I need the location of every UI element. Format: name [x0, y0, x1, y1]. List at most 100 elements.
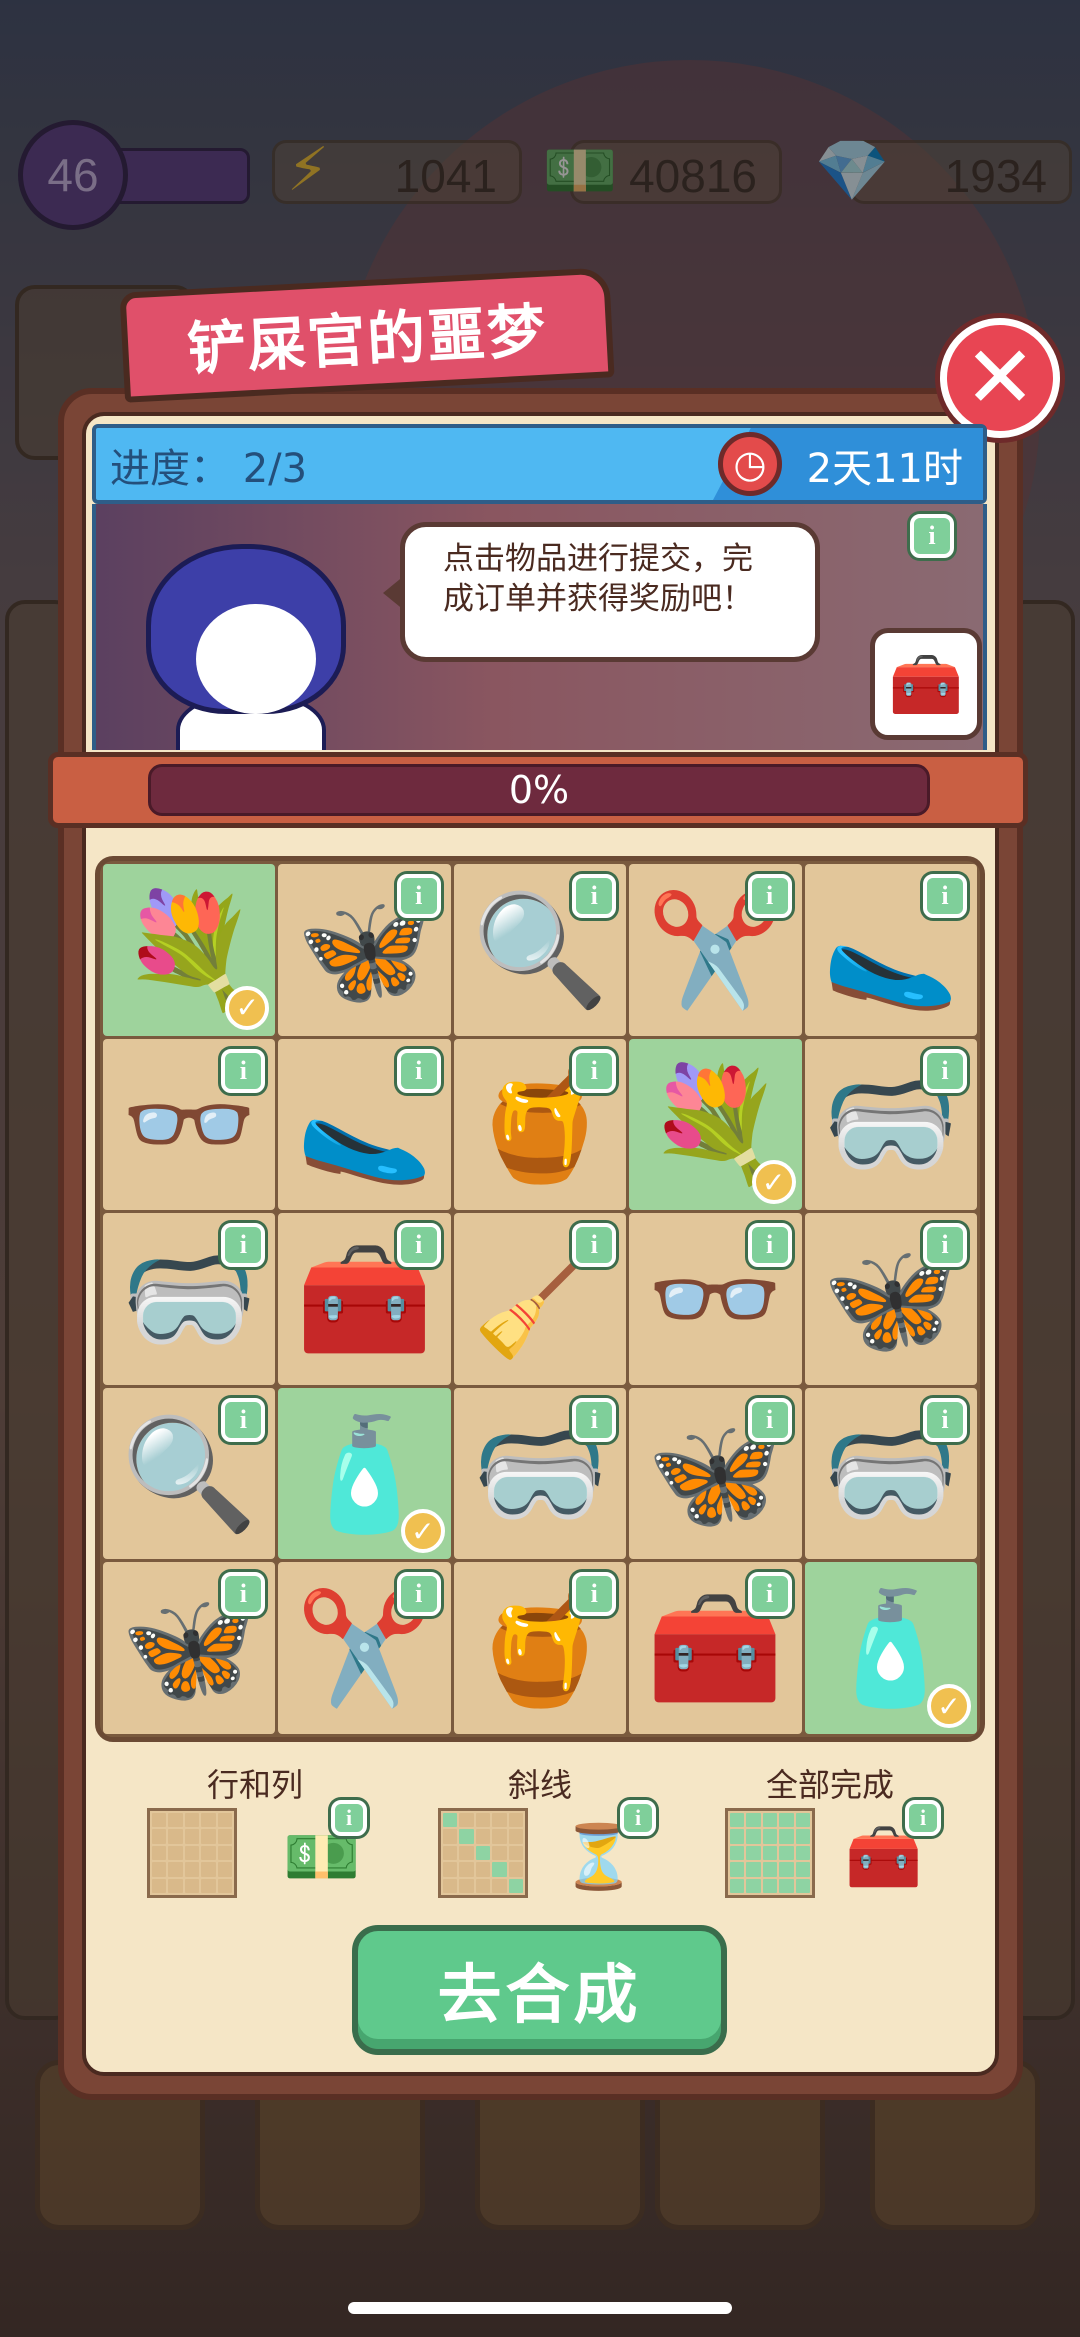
pattern-cell [795, 1829, 810, 1844]
pattern-cell [746, 1862, 761, 1877]
event-info-icon[interactable]: i [910, 514, 954, 558]
item-info-icon[interactable]: i [221, 1572, 266, 1617]
item-info-icon[interactable]: i [572, 1572, 617, 1617]
all-complete-pattern [725, 1808, 815, 1898]
item-info-icon[interactable]: i [396, 1572, 441, 1617]
pattern-cell [459, 1862, 474, 1877]
grid-cell[interactable]: 🥿 i [278, 1038, 451, 1211]
item-info-icon[interactable]: i [572, 874, 617, 918]
reward-all-complete: 全部完成 🧰 i [700, 1760, 960, 1910]
grid-cell[interactable]: 🔍 i [453, 864, 627, 1036]
pattern-cell [746, 1845, 761, 1861]
pattern-cell [779, 1878, 794, 1893]
reward-info-icon[interactable]: i [331, 1800, 367, 1836]
pattern-cell [730, 1813, 745, 1828]
item-info-icon[interactable]: i [221, 1397, 266, 1442]
grid-cell[interactable]: 🥽 i [804, 1038, 977, 1211]
grid-cell[interactable]: 🧴 ✓ [278, 1387, 451, 1560]
grid-cell[interactable]: 🧰 i [629, 1562, 802, 1734]
pattern-cell [492, 1845, 507, 1861]
pattern-cell [795, 1813, 810, 1828]
pattern-cell [762, 1829, 778, 1844]
pattern-cell [475, 1878, 491, 1893]
pattern-cell [492, 1829, 507, 1844]
grid-cell[interactable]: 🥽 i [103, 1213, 276, 1385]
reward-chest-button[interactable]: 🧰 [870, 628, 982, 740]
grid-cell[interactable]: ✂️ i [629, 864, 802, 1036]
grid-cell[interactable]: 🧴 ✓ [804, 1562, 977, 1734]
item-info-icon[interactable]: i [221, 1048, 266, 1093]
item-info-icon[interactable]: i [221, 1223, 266, 1268]
grid-cell[interactable]: 🧹 i [453, 1213, 627, 1385]
pattern-cell [730, 1845, 745, 1861]
grid-cell[interactable]: 💐 ✓ [629, 1038, 802, 1211]
grid-cell[interactable]: 💐 ✓ [103, 864, 276, 1036]
pattern-cell [443, 1845, 458, 1861]
check-icon: ✓ [400, 1509, 445, 1554]
close-button[interactable]: ✕ [940, 318, 1060, 438]
pattern-cell [795, 1845, 810, 1861]
item-info-icon[interactable]: i [396, 1223, 441, 1268]
completion-percent: 0% [508, 768, 570, 812]
grid-cell[interactable]: 🦋 i [278, 864, 451, 1036]
diagonal-pattern [438, 1808, 528, 1898]
item-info-icon[interactable]: i [747, 1397, 792, 1442]
pattern-cell [746, 1829, 761, 1844]
pattern-cell [746, 1878, 761, 1893]
item-info-icon[interactable]: i [396, 1048, 441, 1093]
grid-cell[interactable]: 🥽 i [804, 1387, 977, 1560]
pattern-cell [184, 1829, 200, 1844]
pattern-cell [168, 1829, 183, 1844]
home-indicator[interactable] [348, 2302, 732, 2314]
grid-cell[interactable]: 🧰 i [278, 1213, 451, 1385]
pattern-cell [201, 1829, 216, 1844]
close-icon: ✕ [963, 328, 1037, 428]
pattern-cell [217, 1829, 232, 1844]
pattern-cell [746, 1813, 761, 1828]
item-info-icon[interactable]: i [747, 1572, 792, 1617]
item-info-icon[interactable]: i [922, 1048, 967, 1093]
pattern-cell [508, 1813, 523, 1828]
pattern-cell [795, 1862, 810, 1877]
item-info-icon[interactable]: i [747, 1223, 792, 1268]
rows-columns-pattern [147, 1808, 237, 1898]
pattern-cell [201, 1845, 216, 1861]
grid-cell[interactable]: 🍯 i [453, 1038, 627, 1211]
pattern-cell [730, 1829, 745, 1844]
grid-cell[interactable]: 🥿 i [804, 864, 977, 1036]
go-merge-button[interactable]: 去合成 [352, 1925, 727, 2055]
grid-cell[interactable]: 🍯 i [453, 1562, 627, 1734]
grid-cell[interactable]: ✂️ i [278, 1562, 451, 1734]
item-info-icon[interactable]: i [922, 874, 967, 918]
grid-cell[interactable]: 🦋 i [629, 1387, 802, 1560]
item-info-icon[interactable]: i [572, 1048, 617, 1093]
pattern-cell [492, 1813, 507, 1828]
item-info-icon[interactable]: i [922, 1397, 967, 1442]
pattern-cell [475, 1845, 491, 1861]
grid-cell[interactable]: 👓 i [103, 1038, 276, 1211]
item-info-icon[interactable]: i [747, 874, 792, 918]
order-grid: 💐 ✓ 🦋 i 🔍 i ✂️ i 🥿 i 👓 i 🥿 i 🍯 i 💐 ✓ 🥽 i 🥽 i 🧰 i 🧹 i 👓 i 🦋 i 🔍 i 🧴 ✓ 🥽 i 🦋 i 🥽… [95, 856, 985, 1742]
pattern-cell [184, 1845, 200, 1861]
item-info-icon[interactable]: i [396, 874, 441, 918]
reward-info-icon[interactable]: i [620, 1800, 656, 1836]
grid-cell[interactable]: 👓 i [629, 1213, 802, 1385]
pattern-cell [152, 1813, 167, 1828]
completion-progress-bar: 0% [148, 764, 930, 816]
pattern-cell [201, 1878, 216, 1893]
pattern-cell [492, 1878, 507, 1893]
pattern-cell [762, 1878, 778, 1893]
item-info-icon[interactable]: i [922, 1223, 967, 1268]
pattern-cell [184, 1862, 200, 1877]
item-info-icon[interactable]: i [572, 1223, 617, 1268]
reward-info-icon[interactable]: i [905, 1800, 941, 1836]
pattern-cell [508, 1829, 523, 1844]
pattern-cell [475, 1829, 491, 1844]
grid-cell[interactable]: 🦋 i [103, 1562, 276, 1734]
grid-cell[interactable]: 🥽 i [453, 1387, 627, 1560]
grid-cell[interactable]: 🦋 i [804, 1213, 977, 1385]
grid-cell[interactable]: 🔍 i [103, 1387, 276, 1560]
pattern-cell [168, 1845, 183, 1861]
pattern-cell [217, 1862, 232, 1877]
item-info-icon[interactable]: i [572, 1397, 617, 1442]
